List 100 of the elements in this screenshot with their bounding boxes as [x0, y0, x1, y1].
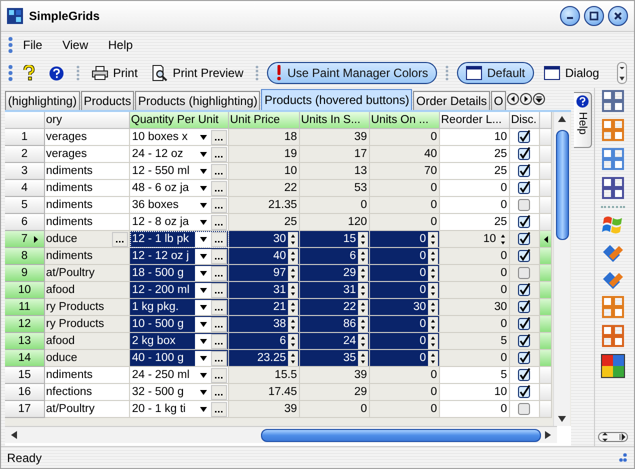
spinner-icon[interactable]: [288, 282, 298, 298]
spinner-icon[interactable]: [288, 248, 298, 264]
blocks-icon[interactable]: [602, 177, 624, 199]
tab[interactable]: Order Details: [413, 91, 490, 110]
checkbox[interactable]: [518, 198, 531, 212]
checkbox[interactable]: [518, 385, 531, 399]
ellipsis-button[interactable]: [211, 198, 227, 212]
row-header[interactable]: 1: [5, 129, 45, 146]
row-header[interactable]: 14: [5, 350, 45, 367]
checkbox[interactable]: [518, 317, 531, 331]
puzzle-icon[interactable]: [600, 354, 624, 378]
ellipsis-button[interactable]: [211, 334, 227, 348]
checkbox[interactable]: [518, 130, 531, 144]
checkbox[interactable]: [518, 334, 531, 348]
tab[interactable]: (highlighting): [5, 91, 80, 110]
ellipsis-button[interactable]: [211, 232, 227, 246]
row-header[interactable]: 2: [5, 146, 45, 163]
table-cell[interactable]: 48 - 6 oz ja: [130, 180, 229, 197]
table-cell[interactable]: 2 kg box: [130, 333, 229, 350]
table-cell[interactable]: 12 - 12 oz j: [130, 248, 229, 265]
spinner-icon[interactable]: [428, 316, 438, 332]
question-mark-icon[interactable]: [23, 65, 35, 81]
checkbox[interactable]: [518, 402, 531, 416]
table-cell[interactable]: 18 - 500 g: [130, 265, 229, 282]
blocks-icon[interactable]: [602, 296, 624, 318]
side-tab[interactable]: Help: [574, 92, 592, 148]
table-cell[interactable]: 1 kg pkg.: [130, 299, 229, 316]
dropdown-button[interactable]: [195, 282, 211, 298]
toolbar-toggle[interactable]: Dialog: [540, 62, 604, 84]
ellipsis-button[interactable]: [211, 350, 227, 366]
dropdown-button[interactable]: [195, 248, 211, 264]
dropdown-button[interactable]: [195, 334, 211, 348]
scroll-right-icon[interactable]: [520, 93, 532, 105]
ellipsis-button[interactable]: [211, 130, 227, 144]
row-header[interactable]: 12: [5, 316, 45, 333]
row-header[interactable]: 10: [5, 282, 45, 299]
blocks-icon[interactable]: [602, 119, 624, 141]
toolbar-toggle[interactable]: Default: [457, 62, 534, 84]
row-header[interactable]: 7: [5, 231, 45, 248]
scroll-left-icon[interactable]: [11, 431, 17, 439]
ellipsis-button[interactable]: [211, 402, 227, 416]
scroll-left-icon[interactable]: [507, 93, 520, 105]
flag-icon[interactable]: [602, 215, 624, 235]
spinner-icon[interactable]: [428, 300, 438, 314]
ellipsis-button[interactable]: [211, 146, 227, 162]
row-header[interactable]: 6: [5, 214, 45, 231]
checkbox[interactable]: [518, 283, 531, 297]
checkbox[interactable]: [518, 164, 531, 178]
spinner-icon[interactable]: [288, 316, 298, 332]
print-preview-button[interactable]: Print Preview: [148, 62, 248, 84]
checkbox[interactable]: [518, 249, 531, 263]
scroll-down-icon[interactable]: [558, 416, 566, 422]
dropdown-button[interactable]: [195, 232, 211, 246]
ellipsis-button[interactable]: [211, 384, 227, 400]
checkbox[interactable]: [518, 215, 531, 229]
table-cell[interactable]: 24 - 12 oz: [130, 146, 229, 163]
scroll-right-icon[interactable]: [545, 431, 551, 439]
table-cell[interactable]: 36 boxes: [130, 197, 229, 214]
maximize-button[interactable]: [584, 6, 604, 26]
spinner-icon[interactable]: [428, 282, 438, 298]
table-cell[interactable]: 24 - 250 ml: [130, 367, 229, 384]
tab[interactable]: Products (hovered buttons): [261, 89, 412, 110]
column-header[interactable]: ory: [45, 112, 130, 129]
checkbox[interactable]: [518, 147, 531, 161]
table-cell[interactable]: 32 - 500 g: [130, 384, 229, 401]
grip-icon[interactable]: [8, 64, 13, 82]
blocks-icon[interactable]: [602, 148, 624, 170]
table-cell[interactable]: 20 - 1 kg ti: [130, 401, 229, 418]
row-header[interactable]: 4: [5, 180, 45, 197]
ellipsis-button[interactable]: [211, 300, 227, 314]
spinner-icon[interactable]: [288, 266, 298, 280]
ellipsis-button[interactable]: [211, 180, 227, 196]
spinner-icon[interactable]: [358, 266, 368, 280]
table-cell[interactable]: 40 - 100 g: [130, 350, 229, 367]
ellipsis-button[interactable]: [211, 266, 227, 280]
tab[interactable]: Products (highlighting): [135, 91, 260, 110]
spinner-icon[interactable]: [288, 300, 298, 314]
size-grip-icon[interactable]: [616, 452, 628, 464]
row-header[interactable]: 13: [5, 333, 45, 350]
dropdown-button[interactable]: [195, 266, 211, 280]
table-cell[interactable]: 12 - 1 lb pk: [130, 231, 229, 248]
tool-icon[interactable]: [602, 242, 624, 262]
table-cell[interactable]: 10 - 500 g: [130, 316, 229, 333]
row-header[interactable]: 9: [5, 265, 45, 282]
help-icon[interactable]: [49, 66, 64, 80]
dropdown-button[interactable]: [195, 350, 211, 366]
checkbox[interactable]: [518, 181, 531, 195]
checkbox[interactable]: [518, 300, 531, 314]
spinner-icon[interactable]: [428, 266, 438, 280]
row-header[interactable]: 3: [5, 163, 45, 180]
spinner-icon[interactable]: [428, 232, 438, 246]
checkbox[interactable]: [518, 232, 531, 246]
ellipsis-button[interactable]: [211, 316, 227, 332]
row-header[interactable]: 16: [5, 384, 45, 401]
tab[interactable]: Products: [80, 91, 134, 110]
checkbox[interactable]: [518, 351, 531, 365]
column-header[interactable]: Quantity Per Unit: [130, 112, 229, 129]
tab-list-icon[interactable]: [533, 93, 546, 105]
grip-icon[interactable]: [8, 36, 13, 54]
horizontal-scrollbar[interactable]: [5, 426, 557, 443]
